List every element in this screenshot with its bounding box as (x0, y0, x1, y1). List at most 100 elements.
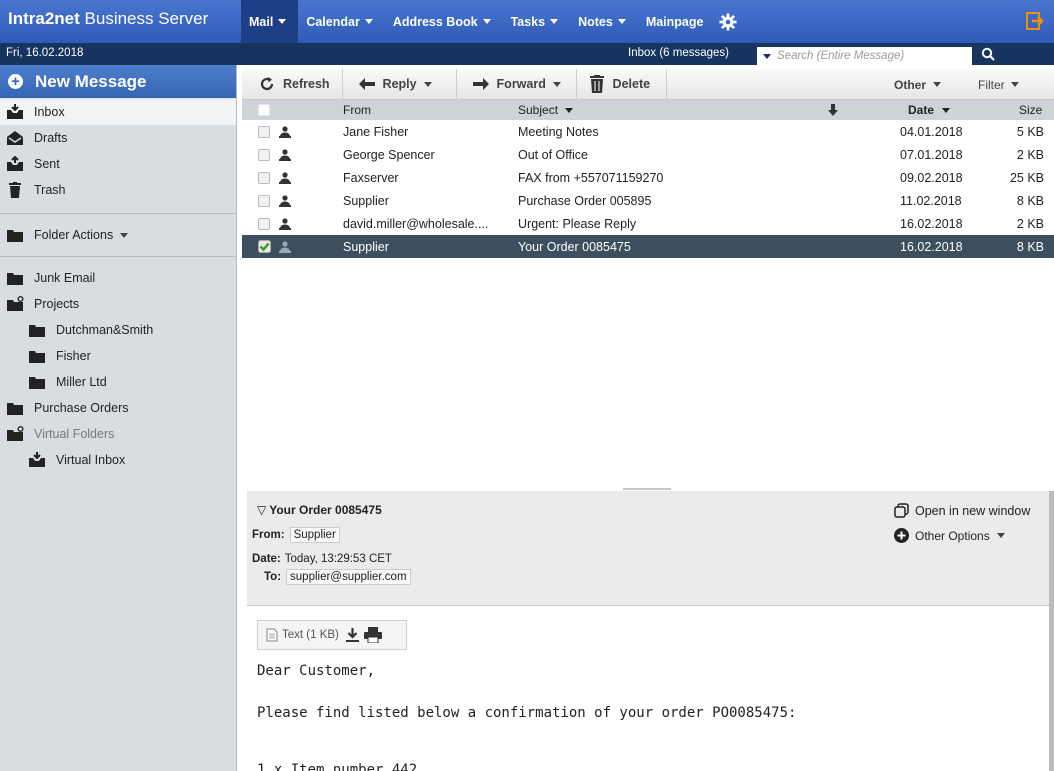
trash-icon (589, 75, 604, 93)
collapse-triangle-icon[interactable]: ▽ (257, 503, 266, 517)
row-checkbox[interactable] (258, 194, 270, 207)
body-line: Dear Customer, (257, 663, 376, 679)
row-size: 8 KB (1016, 239, 1044, 254)
delete-button[interactable]: Delete (577, 68, 667, 100)
nav-tasks[interactable]: Tasks (503, 0, 571, 43)
row-date: 07.01.2018 (900, 147, 963, 162)
sidebar: + New Message Inbox Drafts Sent Trash Fol… (0, 65, 237, 771)
pane-splitter-handle[interactable] (623, 488, 671, 490)
filter-menu[interactable]: Filter (978, 69, 1019, 100)
sidebar-item-drafts[interactable]: Drafts (0, 125, 236, 151)
search-button[interactable] (975, 43, 1001, 65)
table-row[interactable]: George Spencer Out of Office 07.01.2018 2 K… (242, 143, 1054, 166)
chevron-down-icon (617, 19, 626, 24)
row-from: George Spencer (343, 147, 435, 162)
row-size: 25 KB (1009, 170, 1044, 185)
sidebar-divider (0, 256, 236, 257)
search-scope-dropdown-icon[interactable] (763, 53, 771, 59)
table-row[interactable]: Supplier Purchase Order 005895 11.02.2018 8… (242, 189, 1054, 212)
inbox-icon (29, 452, 45, 467)
row-from: Supplier (343, 239, 389, 254)
chevron-down-icon (482, 19, 491, 24)
row-size: 2 KB (1016, 216, 1044, 231)
column-priority[interactable] (828, 100, 838, 120)
preview-subject[interactable]: ▽ Your Order 0085475 (257, 503, 382, 517)
open-in-new-window-link[interactable]: Open in new window (894, 503, 1030, 518)
other-options-menu[interactable]: Other Options (894, 528, 1005, 543)
sidebar-item-inbox[interactable]: Inbox (0, 99, 236, 125)
forward-button[interactable]: Forward (457, 68, 577, 100)
folder-icon (29, 377, 45, 389)
logout-icon[interactable] (1026, 12, 1044, 30)
row-checkbox[interactable] (258, 171, 270, 184)
body-line: Please find listed below a confirmation … (257, 705, 797, 721)
row-checkbox[interactable] (258, 217, 270, 230)
current-date: Fri, 16.02.2018 (6, 47, 84, 59)
sidebar-folder-dutchman-smith[interactable]: Dutchman&Smith (0, 317, 236, 343)
new-message-button[interactable]: + New Message (0, 65, 236, 98)
nav-mainpage[interactable]: Mainpage (638, 0, 716, 43)
chevron-down-icon (933, 82, 942, 87)
sidebar-folder-virtual-folders[interactable]: Virtual Folders (0, 421, 236, 447)
sidebar-folder-virtual-inbox[interactable]: Virtual Inbox (0, 447, 236, 473)
chevron-down-icon (552, 81, 561, 87)
row-date: 04.01.2018 (900, 124, 963, 139)
gear-icon[interactable] (719, 12, 738, 31)
chevron-down-icon (364, 19, 373, 24)
to-address-chip[interactable]: supplier@supplier.com (286, 569, 411, 585)
reply-button[interactable]: Reply (343, 68, 457, 100)
sidebar-item-sent[interactable]: Sent (0, 151, 236, 177)
nav-calendar[interactable]: Calendar (298, 0, 385, 43)
select-all-checkbox[interactable] (258, 100, 270, 120)
row-checkbox[interactable] (258, 148, 270, 161)
top-bar: Intra2net Business Server Mail Calendar … (0, 0, 1054, 43)
download-icon[interactable] (345, 627, 360, 643)
row-checkbox[interactable] (258, 125, 270, 138)
message-list: From Subject Date Size Jane Fisher Meetin… (242, 100, 1054, 490)
nav-notes[interactable]: Notes (570, 0, 638, 43)
sidebar-folder-projects[interactable]: Projects (0, 291, 236, 317)
folder-actions-menu[interactable]: Folder Actions (0, 218, 236, 252)
table-row[interactable]: david.miller@wholesale.... Urgent: Please… (242, 212, 1054, 235)
sidebar-folder-miller-ltd[interactable]: Miller Ltd (0, 369, 236, 395)
table-row[interactable]: Supplier Your Order 0085475 16.02.2018 8 KB (242, 235, 1054, 258)
status-bar: Fri, 16.02.2018 Inbox (6 messages) (0, 43, 1054, 65)
nav-mail[interactable]: Mail (241, 0, 299, 43)
sidebar-item-trash[interactable]: Trash (0, 177, 236, 203)
sidebar-folder-fisher[interactable]: Fisher (0, 343, 236, 369)
chevron-down-icon (278, 19, 287, 24)
attachment-label[interactable]: Text (1 KB) (282, 629, 339, 641)
table-row[interactable]: Faxserver FAX from +557071159270 09.02.201… (242, 166, 1054, 189)
column-date[interactable]: Date (908, 100, 951, 120)
body-line: 1 x Item number 442 (257, 762, 418, 771)
column-subject[interactable]: Subject (518, 100, 574, 120)
search-box[interactable] (757, 47, 972, 65)
nav-address-book[interactable]: Address Book (385, 0, 503, 43)
search-input[interactable] (777, 50, 967, 62)
row-from: Jane Fisher (343, 124, 409, 139)
preview-scrollbar[interactable] (1049, 491, 1054, 771)
preview-body: Text (1 KB) Dear Customer, Please find l… (247, 607, 1054, 771)
sidebar-folder-purchase-orders[interactable]: Purchase Orders (0, 395, 236, 421)
new-window-icon (894, 503, 909, 518)
folder-icon (29, 351, 45, 363)
table-row[interactable]: Jane Fisher Meeting Notes 04.01.2018 5 KB (242, 120, 1054, 143)
checkbox-checked-icon[interactable] (258, 240, 271, 253)
from-address-chip[interactable]: Supplier (289, 527, 340, 543)
print-icon[interactable] (363, 627, 382, 643)
other-menu[interactable]: Other (894, 69, 942, 100)
refresh-button[interactable]: Refresh (242, 68, 343, 100)
row-subject: Meeting Notes (518, 124, 599, 139)
folder-icon (7, 273, 23, 285)
sidebar-folder-junk-email[interactable]: Junk Email (0, 265, 236, 291)
preview-from-row: From: Supplier (252, 527, 340, 543)
row-date: 16.02.2018 (900, 216, 963, 231)
drafts-icon (7, 131, 23, 145)
folder-icon (7, 403, 23, 415)
column-from[interactable]: From (343, 100, 371, 120)
folder-icon (7, 230, 23, 242)
row-date: 09.02.2018 (900, 170, 963, 185)
person-icon (279, 217, 291, 230)
document-icon (266, 628, 278, 642)
column-size[interactable]: Size (1019, 100, 1042, 120)
